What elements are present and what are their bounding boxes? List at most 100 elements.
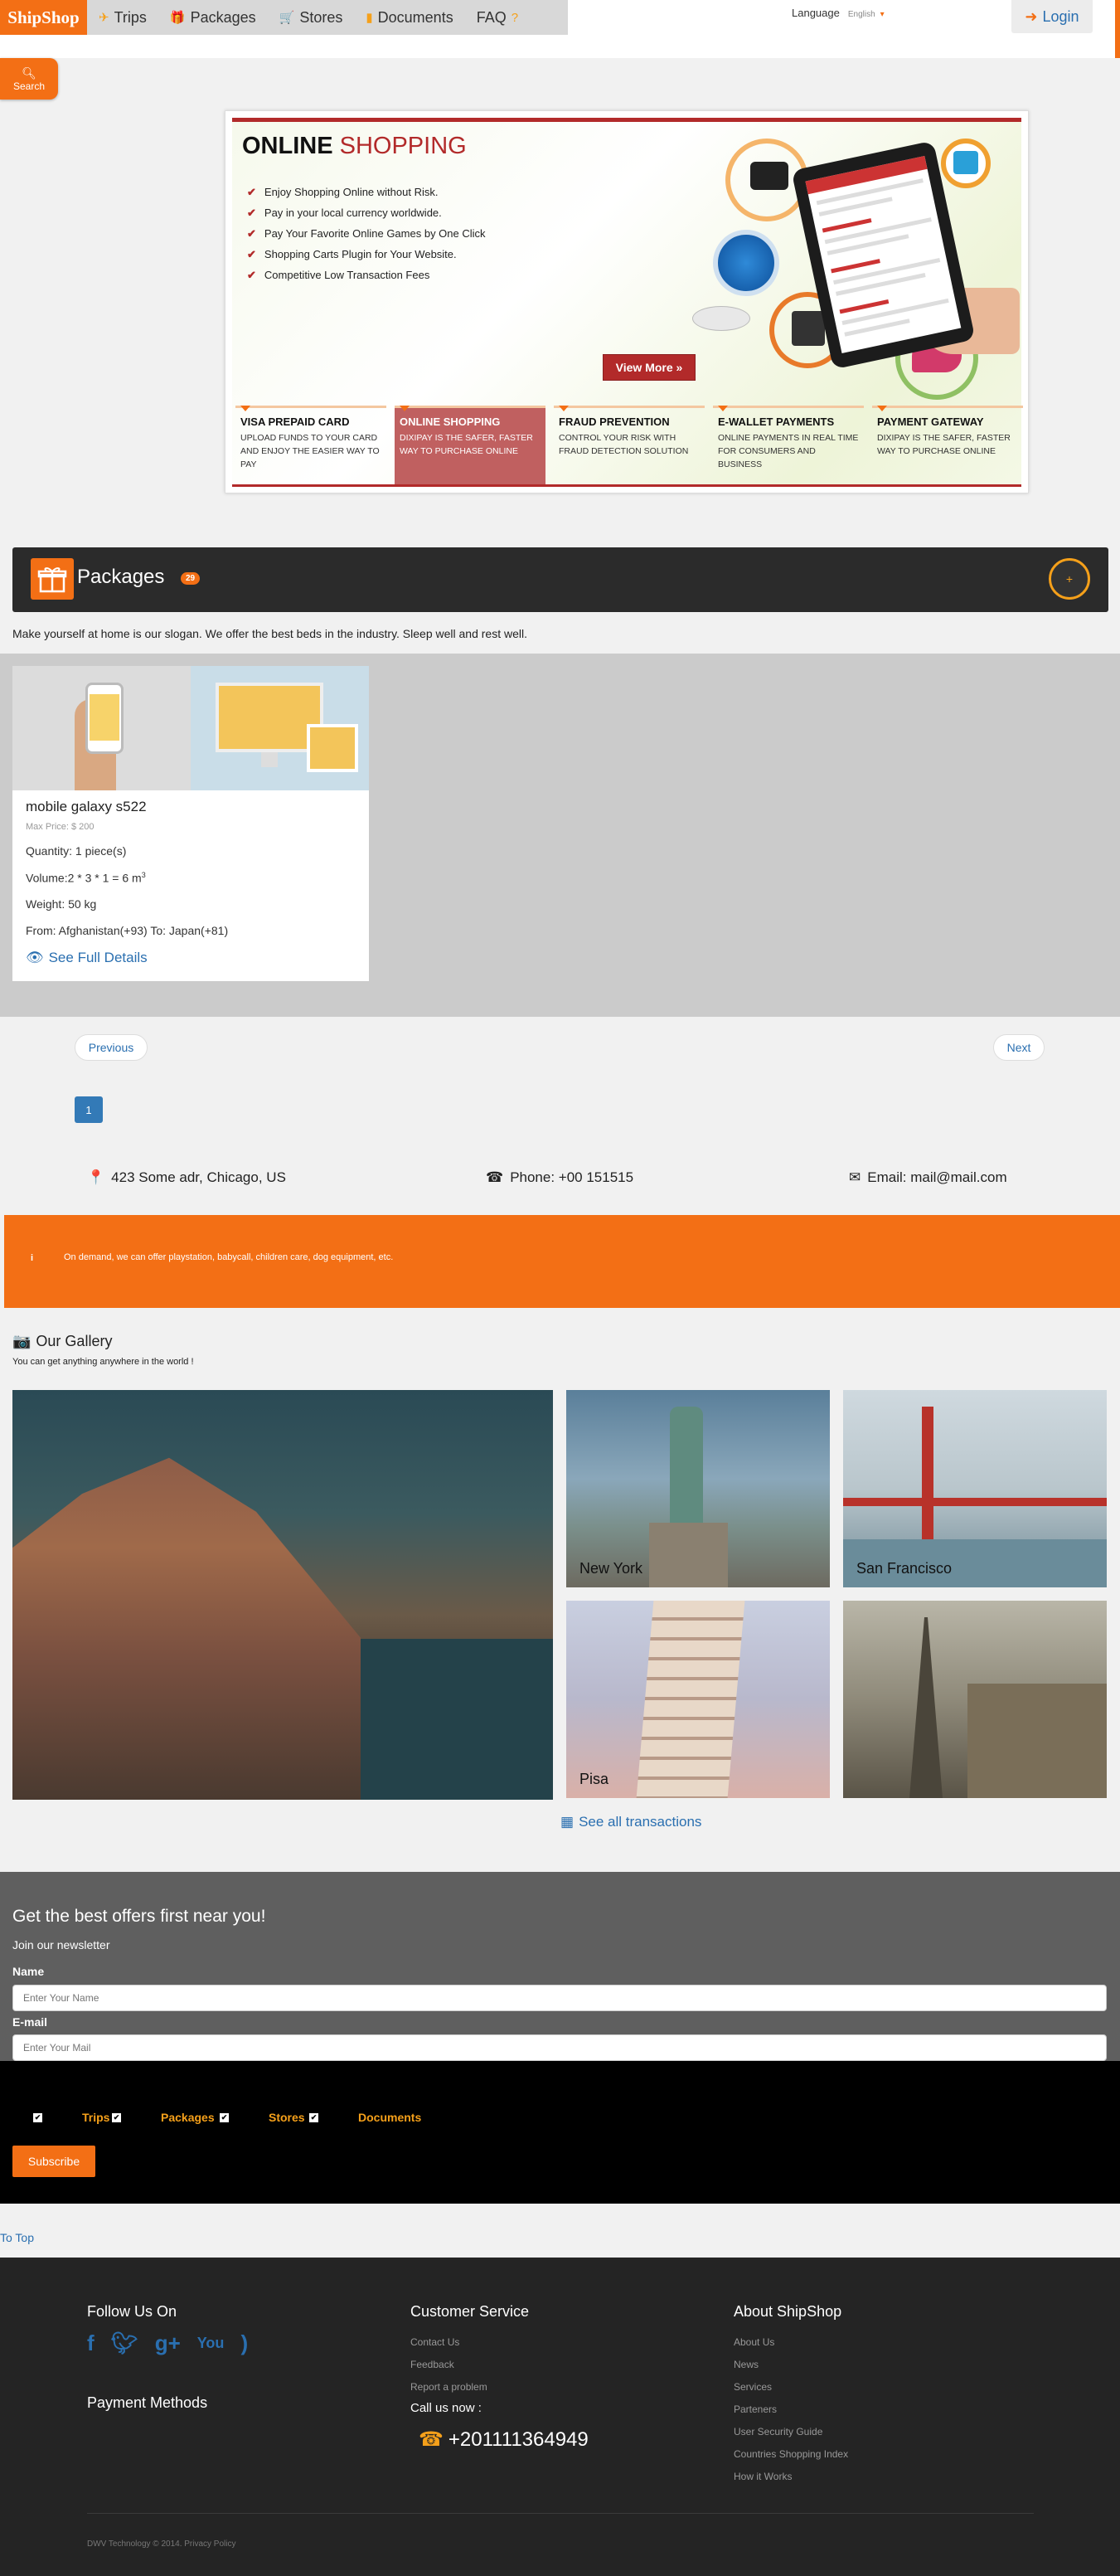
option-label: Stores	[269, 2111, 305, 2124]
rss-icon[interactable]: )	[240, 2331, 248, 2356]
mouse-icon	[692, 306, 750, 331]
slider-tabs: VISA PREPAID CARD UPLOAD FUNDS TO YOUR CA…	[232, 406, 1023, 758]
footer-link-report-problem[interactable]: Report a problem	[410, 2381, 487, 2393]
slider-tab-payment-gateway[interactable]: PAYMENT GATEWAY DIXIPAY IS THE SAFER, FAS…	[872, 406, 1023, 484]
footer-link-about-us[interactable]: About Us	[734, 2336, 774, 2348]
next-page-button[interactable]: Next	[993, 1034, 1045, 1061]
package-card: mobile galaxy s522 Max Price: $ 200 Quan…	[12, 666, 369, 981]
tab-desc: CONTROL YOUR RISK WITH FRAUD DETECTION S…	[559, 433, 689, 456]
gallery-image-san-francisco[interactable]: San Francisco	[843, 1390, 1107, 1587]
cart-icon: 🛒	[279, 11, 295, 25]
option-documents[interactable]: ✔ Documents	[309, 2111, 421, 2124]
logo[interactable]: ShipShop	[0, 0, 87, 35]
slide-title-rest: SHOPPING	[339, 133, 467, 159]
orange-edge	[1115, 0, 1120, 58]
footer-phone-number: +201111364949	[448, 2428, 589, 2451]
gallery-image-pisa[interactable]: Pisa	[566, 1601, 830, 1798]
gallery-image-new-york[interactable]: New York	[566, 1390, 830, 1587]
footer-link-feedback[interactable]: Feedback	[410, 2359, 454, 2370]
footer-link-how-it-works[interactable]: How it Works	[734, 2471, 792, 2482]
tab-rule	[872, 406, 1023, 408]
gallery-title-text: Our Gallery	[36, 1333, 113, 1349]
nav-item-faq[interactable]: FAQ?	[465, 0, 530, 35]
package-name: mobile galaxy s522	[26, 799, 147, 814]
contact-phone: ☎ Phone: +00 151515	[486, 1169, 633, 1186]
social-icons: f 🐦︎ g+ You )	[87, 2331, 248, 2356]
newsletter-subheading: Join our newsletter	[12, 1938, 110, 1951]
footer-link-countries-shopping-index[interactable]: Countries Shopping Index	[734, 2448, 848, 2460]
tab-rule	[395, 406, 545, 408]
eiffel-tower-graphic	[909, 1617, 943, 1798]
plane-icon: ✈	[99, 11, 109, 25]
bridge-deck	[843, 1498, 1107, 1506]
name-field[interactable]	[12, 1985, 1107, 2011]
footer-link-news[interactable]: News	[734, 2359, 759, 2370]
language-selector[interactable]: Language English ▾	[792, 7, 885, 19]
page-number-1[interactable]: 1	[75, 1096, 103, 1123]
building-graphic	[967, 1684, 1107, 1798]
check-icon: ✔	[247, 206, 256, 219]
tab-title: VISA PREPAID CARD	[240, 416, 350, 428]
checkbox-checked-icon[interactable]: ✔	[309, 2112, 318, 2122]
google-plus-icon[interactable]: g+	[155, 2331, 181, 2356]
checkbox-checked-icon[interactable]: ✔	[220, 2112, 229, 2122]
slider-tab-fraud-prevention[interactable]: FRAUD PREVENTION CONTROL YOUR RISK WITH F…	[554, 406, 705, 484]
tablet-screen-line	[822, 218, 872, 233]
slide-bullet-text: Enjoy Shopping Online without Risk.	[264, 186, 439, 198]
copyright: DWV Technology © 2014. Privacy Policy	[87, 2540, 236, 2549]
slider-tab-online-shopping[interactable]: ONLINE SHOPPING DIXIPAY IS THE SAFER, FAS…	[395, 406, 545, 484]
nav-item-stores[interactable]: 🛒 Stores	[268, 0, 355, 35]
camera-icon	[750, 162, 788, 190]
nav-item-trips[interactable]: ✈ Trips	[87, 0, 158, 35]
slide-bullet-text: Competitive Low Transaction Fees	[264, 269, 430, 281]
option-trips[interactable]: ✔ Trips	[33, 2111, 109, 2124]
to-top-link[interactable]: To Top	[0, 2231, 34, 2244]
nav-label: Packages	[190, 8, 256, 26]
option-stores[interactable]: ✔ Stores	[220, 2111, 305, 2124]
slider-tab-visa-prepaid-card[interactable]: VISA PREPAID CARD UPLOAD FUNDS TO YOUR CA…	[235, 406, 386, 484]
previous-page-button[interactable]: Previous	[75, 1034, 148, 1061]
tab-desc: DIXIPAY IS THE SAFER, FASTER WAY TO PURC…	[400, 433, 533, 456]
tab-arrow-icon	[718, 406, 728, 411]
add-package-button[interactable]: +	[1049, 558, 1090, 600]
newsletter-section: Get the best offers first near you! Join…	[0, 1872, 1120, 2061]
packages-description: Make yourself at home is our slogan. We …	[12, 627, 527, 640]
subscribe-button[interactable]: Subscribe	[12, 2146, 95, 2177]
checkbox-checked-icon[interactable]: ✔	[112, 2112, 121, 2122]
nav-label: Stores	[299, 8, 343, 26]
gallery-image-paris[interactable]	[843, 1601, 1107, 1798]
footer-link-user-security-guide[interactable]: User Security Guide	[734, 2426, 822, 2437]
search-label: Search	[12, 80, 46, 92]
camera-icon: 📷	[12, 1333, 32, 1349]
twitter-icon[interactable]: 🐦︎	[111, 2331, 138, 2356]
contact-phone-text: Phone: +00 151515	[510, 1169, 634, 1185]
footer-link-contact-us[interactable]: Contact Us	[410, 2336, 459, 2348]
tab-title: FRAUD PREVENTION	[559, 416, 670, 428]
slider-tab-e-wallet-payments[interactable]: E-WALLET PAYMENTS ONLINE PAYMENTS IN REAL…	[713, 406, 864, 484]
footer-link-parteners[interactable]: Parteners	[734, 2403, 777, 2415]
search-button[interactable]: 🔍︎ Search	[0, 58, 58, 100]
contact-email-text: Email: mail@mail.com	[867, 1169, 1007, 1185]
login-button[interactable]: ➜ Login	[1011, 0, 1093, 33]
nav-item-documents[interactable]: ▮ Documents	[354, 0, 464, 35]
checkbox-checked-icon[interactable]: ✔	[33, 2112, 42, 2122]
grid-icon: ▦	[560, 1814, 575, 1830]
see-full-details-link[interactable]: 👁 See Full Details	[26, 950, 148, 966]
footer-link-services[interactable]: Services	[734, 2381, 772, 2393]
email-field[interactable]	[12, 2034, 1107, 2061]
main-nav: ✈ Trips 🎁 Packages 🛒 Stores ▮ Documents FAQ?	[87, 0, 568, 35]
package-image-devices[interactable]	[191, 666, 369, 790]
contact-email[interactable]: ✉ Email: mail@mail.com	[849, 1169, 1007, 1186]
option-label: Packages	[161, 2111, 215, 2124]
check-icon: ✔	[247, 226, 256, 240]
see-all-transactions-link[interactable]: ▦ See all transactions	[560, 1814, 701, 1830]
package-quantity: Quantity: 1 piece(s)	[26, 844, 127, 858]
view-more-button[interactable]: View More »	[603, 354, 696, 381]
footer-phone[interactable]: ☎ +201111364949	[419, 2428, 589, 2452]
nav-item-packages[interactable]: 🎁 Packages	[158, 0, 268, 35]
gallery-image-coastal-town[interactable]	[12, 1390, 553, 1800]
package-image-phone[interactable]	[12, 666, 191, 790]
youtube-icon[interactable]: You	[197, 2331, 225, 2356]
option-packages[interactable]: ✔ Packages	[112, 2111, 215, 2124]
facebook-icon[interactable]: f	[87, 2331, 95, 2356]
